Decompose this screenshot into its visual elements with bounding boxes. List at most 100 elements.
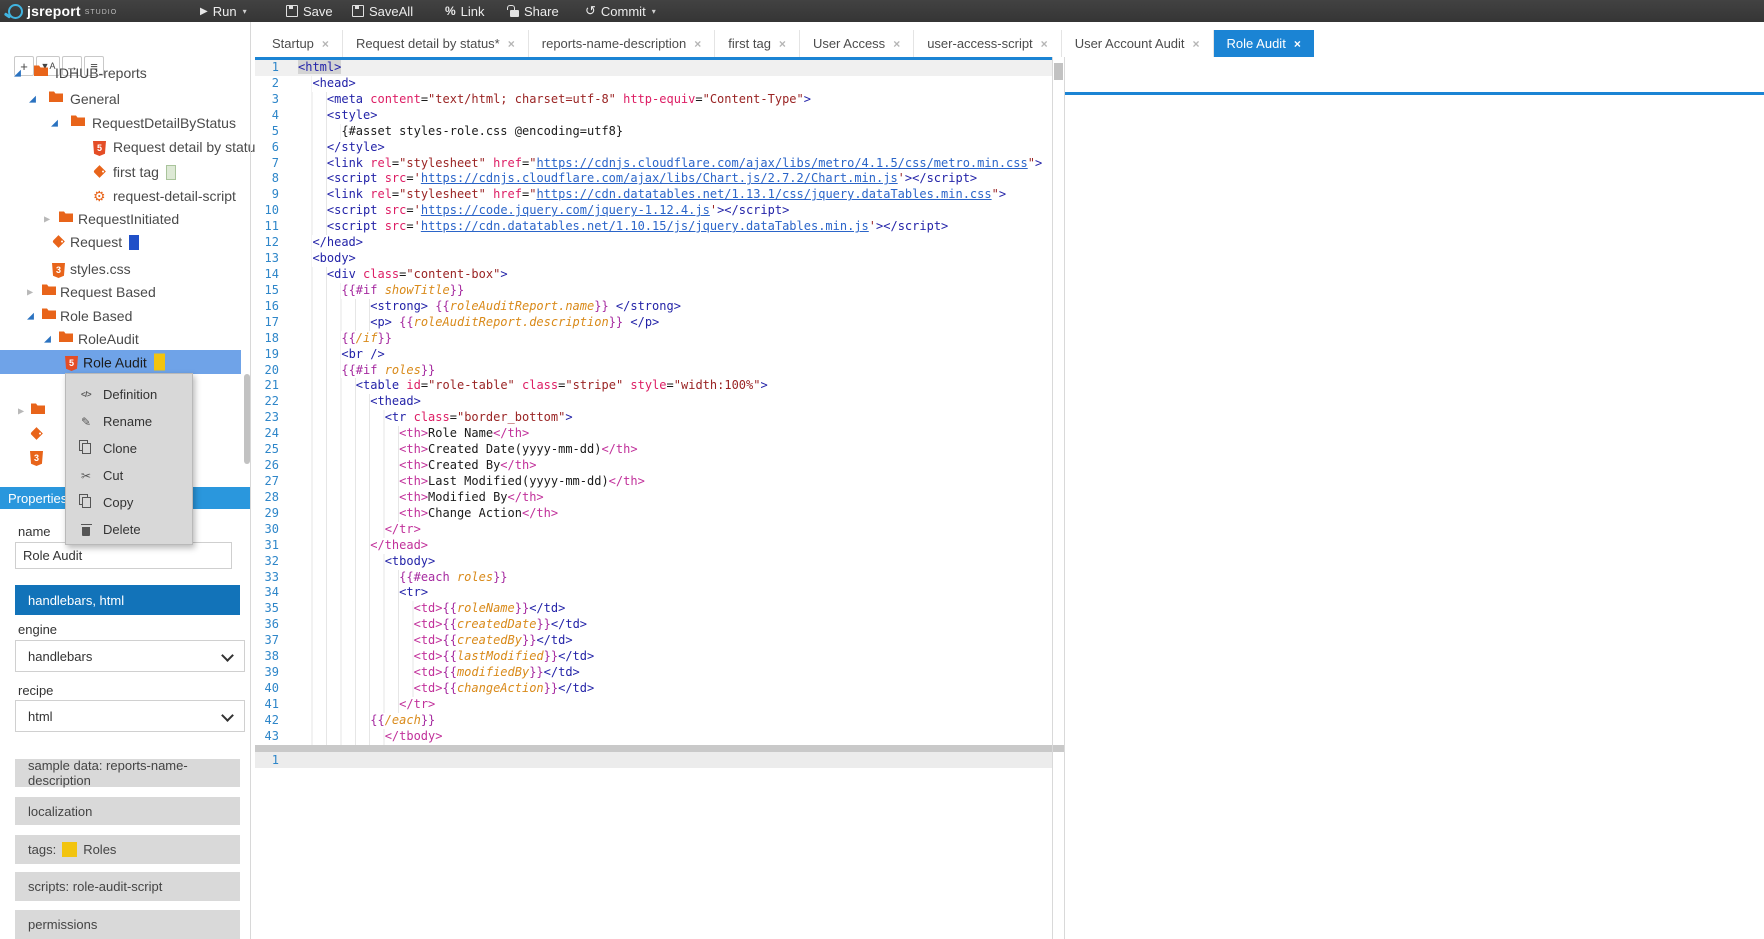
section-tags[interactable]: tags: Roles — [15, 835, 240, 864]
tree-item-first-tag[interactable]: first tag — [0, 160, 250, 184]
tree-item-request-based[interactable]: ▶Request Based — [0, 280, 250, 304]
line-number: 1 — [255, 60, 279, 76]
name-field[interactable]: Role Audit — [15, 542, 232, 569]
editor-scrollbar-thumb[interactable] — [1054, 63, 1063, 80]
tree-item-idhub-reports[interactable]: ◢IDHUB-reports — [0, 61, 250, 85]
line-number: 16 — [255, 299, 279, 315]
section-localization[interactable]: localization — [15, 797, 240, 825]
toolbar-button-label: Save — [303, 4, 333, 19]
tab-reports-name-description[interactable]: reports-name-description× — [529, 30, 716, 57]
expand-icon[interactable]: ▶ — [27, 288, 33, 297]
code-line: 10<script src='https://code.jquery.com/j… — [255, 203, 1052, 219]
saveall-button[interactable]: SaveAll — [352, 0, 413, 22]
menu-item-label: Definition — [103, 387, 157, 402]
editor-helpers-splitter[interactable] — [255, 745, 1065, 752]
close-icon[interactable]: × — [1193, 37, 1200, 51]
close-icon[interactable]: × — [322, 37, 329, 51]
tab-user-access-script[interactable]: user-access-script× — [914, 30, 1061, 57]
code-editor[interactable]: 1<html>2<head>3<meta content="text/html;… — [255, 60, 1052, 745]
code-line: 12</head> — [255, 235, 1052, 251]
helpers-pane-active-line[interactable] — [255, 752, 1052, 768]
line-number: 5 — [255, 124, 279, 140]
close-icon[interactable]: × — [779, 37, 786, 51]
share-button[interactable]: Share — [510, 0, 559, 22]
tree-item-role-based[interactable]: ◢ Role Based — [0, 304, 250, 328]
tab-first-tag[interactable]: first tag × — [715, 30, 800, 57]
sidebar-splitter[interactable] — [250, 22, 251, 939]
tab-user-access[interactable]: User Access× — [800, 30, 914, 57]
folder-icon — [48, 90, 64, 108]
engine-select[interactable]: handlebars — [15, 640, 245, 672]
close-icon[interactable]: × — [1294, 37, 1301, 51]
line-number: 13 — [255, 251, 279, 267]
menu-item-cut[interactable]: ✂Cut — [66, 462, 192, 489]
code-line: 35<td>{{roleName}}</td> — [255, 601, 1052, 617]
tree-item-requestdetailbystatus[interactable]: ◢RequestDetailByStatus — [0, 111, 250, 135]
tree-item-request-detail-script[interactable]: ⚙request-detail-script — [0, 184, 250, 208]
menu-item-clone[interactable]: Clone — [66, 435, 192, 462]
section-label: sample data: reports-name-description — [28, 758, 240, 788]
tab-request-detail-by-status[interactable]: Request detail by status* × — [343, 30, 529, 57]
tab-label: Request detail by status* — [356, 36, 500, 51]
line-number: 42 — [255, 713, 279, 729]
close-icon[interactable]: × — [508, 37, 515, 51]
context-menu: </> Definition ✎RenameClone✂CutCopyDelete — [65, 373, 193, 545]
template-type-bar[interactable]: handlebars, html — [15, 585, 240, 615]
tree-item-roleaudit[interactable]: ◢RoleAudit — [0, 327, 250, 351]
expand-icon[interactable]: ▶ — [18, 407, 24, 416]
code-line: 21<table id="role-table" class="stripe" … — [255, 378, 1052, 394]
tree-item-styles-css[interactable]: 3styles.css — [0, 257, 250, 281]
section-permissions[interactable]: permissions — [15, 910, 240, 939]
expand-icon[interactable]: ▶ — [44, 215, 50, 224]
floppy-icon — [352, 5, 364, 17]
line-number: 12 — [255, 235, 279, 251]
collapse-icon[interactable]: ◢ — [29, 95, 36, 104]
tree-item-request-detail-by-status[interactable]: 5Request detail by status* — [0, 135, 250, 159]
code-line: 16<strong> {{roleAuditReport.name}} </st… — [255, 299, 1052, 315]
tree-item-general[interactable]: ◢General — [0, 87, 250, 111]
recipe-select[interactable]: html — [15, 700, 245, 732]
code-line: 39<td>{{modifiedBy}}</td> — [255, 665, 1052, 681]
tree-item-label: Role Based — [60, 308, 132, 324]
app-toolbar: jsreport STUDIO ▶Run▾SaveSaveAll%LinkSha… — [0, 0, 1764, 22]
line-number: 6 — [255, 140, 279, 156]
code-line: 31</thead> — [255, 538, 1052, 554]
pencil-icon: ✎ — [79, 415, 93, 429]
tree-item-label: RequestInitiated — [78, 211, 179, 227]
html-template-icon: 5 — [93, 138, 106, 156]
menu-item-definition[interactable]: </> Definition — [66, 381, 192, 408]
tab-user-account-audit[interactable]: User Account Audit× — [1062, 30, 1214, 57]
save-button[interactable]: Save — [286, 0, 333, 22]
line-number: 29 — [255, 506, 279, 522]
tree-item-requestinitiated[interactable]: ▶ RequestInitiated — [0, 207, 250, 231]
commit-button[interactable]: ↺Commit▾ — [585, 0, 656, 22]
close-icon[interactable]: × — [694, 37, 701, 51]
line-number: 24 — [255, 426, 279, 442]
menu-item-copy[interactable]: Copy — [66, 489, 192, 516]
close-icon[interactable]: × — [1041, 37, 1048, 51]
section-sample-data-reports-name-description[interactable]: sample data: reports-name-description — [15, 759, 240, 787]
code-icon: </> — [79, 390, 93, 399]
tab-startup[interactable]: Startup× — [259, 30, 343, 57]
tree-item-role-audit[interactable]: 5Role Audit — [0, 350, 241, 374]
code-line: 22<thead> — [255, 394, 1052, 410]
tab-label: first tag — [728, 36, 771, 51]
collapse-icon[interactable]: ◢ — [27, 312, 34, 321]
section-label: localization — [28, 804, 92, 819]
tree-item-request[interactable]: Request — [0, 230, 250, 254]
menu-item-delete[interactable]: Delete — [66, 516, 192, 543]
blue-tag-badge — [129, 235, 139, 250]
link-button[interactable]: %Link — [445, 0, 485, 22]
code-line: 15{{#if showTitle}} — [255, 283, 1052, 299]
collapse-icon[interactable]: ◢ — [51, 119, 58, 128]
collapse-icon[interactable]: ◢ — [44, 335, 51, 344]
tab-role-audit[interactable]: Role Audit× — [1214, 30, 1314, 57]
close-icon[interactable]: × — [893, 37, 900, 51]
menu-item-rename[interactable]: ✎Rename — [66, 408, 192, 435]
collapse-icon[interactable]: ◢ — [14, 69, 21, 78]
section-scripts-role-audit-script[interactable]: scripts: role-audit-script — [15, 872, 240, 901]
copy-icon — [79, 497, 93, 508]
run-button[interactable]: ▶Run▾ — [200, 0, 247, 22]
engine-label: engine — [18, 622, 57, 637]
folder-icon — [30, 402, 46, 420]
